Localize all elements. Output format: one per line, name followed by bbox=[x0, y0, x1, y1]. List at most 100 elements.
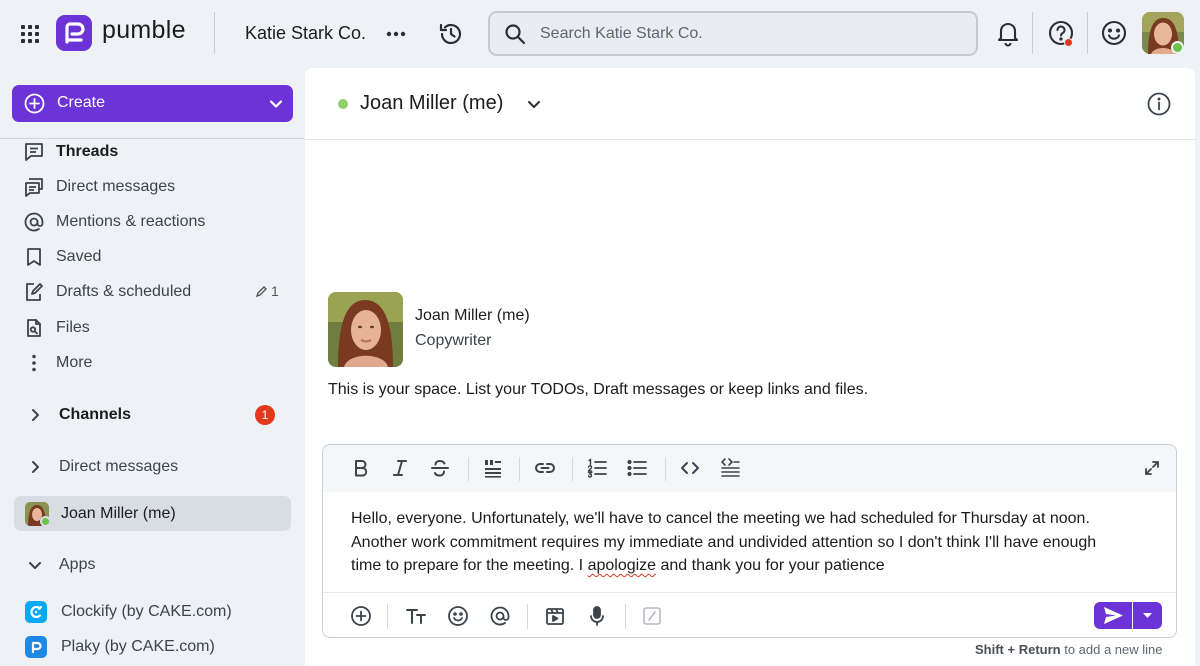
sidebar-item-label: Direct messages bbox=[56, 178, 176, 195]
profile-avatar[interactable] bbox=[328, 292, 403, 367]
chevron-right-icon bbox=[27, 459, 43, 475]
draft-count-value: 1 bbox=[271, 283, 279, 299]
emoji-icon[interactable] bbox=[447, 605, 469, 627]
link-icon[interactable] bbox=[534, 457, 556, 479]
divider bbox=[527, 604, 528, 629]
expand-icon[interactable] bbox=[1143, 459, 1161, 477]
bold-icon[interactable] bbox=[350, 457, 372, 479]
app-label: Plaky (by CAKE.com) bbox=[61, 638, 215, 655]
pencil-icon bbox=[255, 285, 267, 297]
app-label: Clockify (by CAKE.com) bbox=[61, 603, 232, 620]
sidebar-section-channels[interactable]: Channels 1 bbox=[0, 399, 300, 431]
code-block-icon[interactable] bbox=[719, 457, 741, 479]
pumble-logo-icon bbox=[56, 15, 92, 51]
divider bbox=[214, 12, 215, 54]
sidebar-item-mentions[interactable]: Mentions & reactions bbox=[0, 206, 300, 238]
online-status-dot bbox=[40, 516, 51, 527]
message-line: time to prepare for the meeting. I apolo… bbox=[351, 554, 1151, 578]
info-icon[interactable] bbox=[1146, 91, 1172, 117]
numbered-list-icon[interactable] bbox=[586, 457, 608, 479]
more-vertical-icon bbox=[23, 352, 45, 374]
hint-key: Shift + Return bbox=[975, 642, 1061, 657]
plaky-icon bbox=[25, 636, 47, 658]
slash-command-icon[interactable] bbox=[641, 605, 663, 627]
sidebar-item-dm-joan-miller[interactable]: Joan Miller (me) bbox=[14, 496, 291, 531]
sidebar-item-label: Mentions & reactions bbox=[56, 213, 206, 230]
message-composer: Hello, everyone. Unfortunately, we'll ha… bbox=[322, 444, 1177, 638]
code-icon[interactable] bbox=[679, 457, 701, 479]
sidebar-item-app-plaky[interactable]: Plaky (by CAKE.com) bbox=[0, 631, 300, 663]
divider bbox=[305, 139, 1195, 140]
bookmark-icon bbox=[23, 246, 45, 268]
create-button[interactable]: Create bbox=[12, 85, 293, 122]
create-label: Create bbox=[57, 94, 106, 111]
sidebar-item-saved[interactable]: Saved bbox=[0, 241, 300, 273]
history-icon[interactable] bbox=[437, 20, 465, 48]
section-label: Channels bbox=[59, 406, 132, 423]
workspace-name[interactable]: Katie Stark Co. bbox=[245, 23, 366, 44]
spellcheck-word[interactable]: apologize bbox=[588, 557, 657, 574]
section-label: Apps bbox=[59, 556, 96, 573]
divider bbox=[1087, 12, 1088, 54]
hint-text: to add a new line bbox=[1060, 642, 1163, 657]
divider bbox=[625, 604, 626, 629]
draft-count: 1 bbox=[255, 283, 279, 299]
search-icon bbox=[504, 23, 526, 45]
sidebar-section-direct-messages[interactable]: Direct messages bbox=[0, 451, 300, 483]
add-attachment-icon[interactable] bbox=[350, 605, 372, 627]
sidebar-item-label: Files bbox=[56, 319, 90, 336]
sidebar-item-label: Threads bbox=[56, 143, 119, 160]
channel-title[interactable]: Joan Miller (me) bbox=[360, 92, 503, 115]
intro-text: This is your space. List your TODOs, Dra… bbox=[328, 381, 869, 398]
emoji-status-icon[interactable] bbox=[1099, 18, 1129, 48]
sidebar-item-files[interactable]: Files bbox=[0, 312, 300, 344]
main-panel: Joan Miller (me) Joan Miller (me) Copywr… bbox=[305, 68, 1195, 666]
microphone-icon[interactable] bbox=[586, 605, 608, 627]
apps-grid-icon[interactable] bbox=[18, 22, 42, 46]
send-button[interactable] bbox=[1094, 602, 1132, 629]
video-clip-icon[interactable] bbox=[544, 605, 566, 627]
sidebar-item-app-clockify[interactable]: Clockify (by CAKE.com) bbox=[0, 596, 300, 628]
sidebar-item-direct-messages[interactable]: Direct messages bbox=[0, 171, 300, 203]
caret-down-icon bbox=[1143, 613, 1152, 618]
dm-user-label: Joan Miller (me) bbox=[61, 505, 176, 522]
profile-name: Joan Miller (me) bbox=[415, 307, 530, 324]
threads-icon bbox=[23, 141, 45, 163]
send-options-button[interactable] bbox=[1133, 602, 1162, 629]
sidebar-item-drafts[interactable]: Drafts & scheduled 1 bbox=[0, 276, 300, 308]
composer-actions bbox=[323, 592, 1176, 637]
sidebar-item-more[interactable]: More bbox=[0, 347, 300, 379]
files-icon bbox=[23, 317, 45, 339]
search-input[interactable]: Search Katie Stark Co. bbox=[488, 11, 978, 56]
text-format-icon[interactable] bbox=[405, 605, 427, 627]
unread-badge: 1 bbox=[255, 405, 275, 425]
italic-icon[interactable] bbox=[389, 457, 411, 479]
message-text: and thank you for your patience bbox=[656, 557, 885, 574]
divider bbox=[1032, 12, 1033, 54]
at-icon bbox=[23, 211, 45, 233]
formatting-toolbar bbox=[323, 445, 1176, 492]
divider bbox=[387, 604, 388, 629]
divider bbox=[468, 457, 469, 481]
message-line: Another work commitment requires my imme… bbox=[351, 533, 1097, 551]
sidebar-item-threads[interactable]: Threads bbox=[0, 136, 300, 168]
mention-icon[interactable] bbox=[489, 605, 511, 627]
bullet-list-icon[interactable] bbox=[626, 457, 648, 479]
more-horizontal-icon[interactable] bbox=[384, 22, 408, 46]
quote-icon[interactable] bbox=[482, 457, 504, 479]
clockify-icon bbox=[25, 601, 47, 623]
chevron-down-icon[interactable] bbox=[525, 95, 543, 113]
notification-dot bbox=[1064, 38, 1073, 47]
new-line-hint: Shift + Return to add a new line bbox=[975, 642, 1163, 657]
search-placeholder: Search Katie Stark Co. bbox=[540, 25, 703, 42]
message-input[interactable]: Hello, everyone. Unfortunately, we'll ha… bbox=[351, 507, 1151, 578]
strikethrough-icon[interactable] bbox=[429, 457, 451, 479]
sidebar-section-apps[interactable]: Apps bbox=[0, 549, 300, 581]
message-text: time to prepare for the meeting. I bbox=[351, 557, 588, 574]
chevron-down-icon bbox=[27, 557, 43, 573]
divider bbox=[665, 457, 666, 481]
chevron-down-icon bbox=[267, 95, 285, 113]
chevron-right-icon bbox=[27, 407, 43, 423]
top-bar: pumble Katie Stark Co. Search Katie Star… bbox=[0, 0, 1200, 68]
bell-icon[interactable] bbox=[993, 18, 1023, 48]
